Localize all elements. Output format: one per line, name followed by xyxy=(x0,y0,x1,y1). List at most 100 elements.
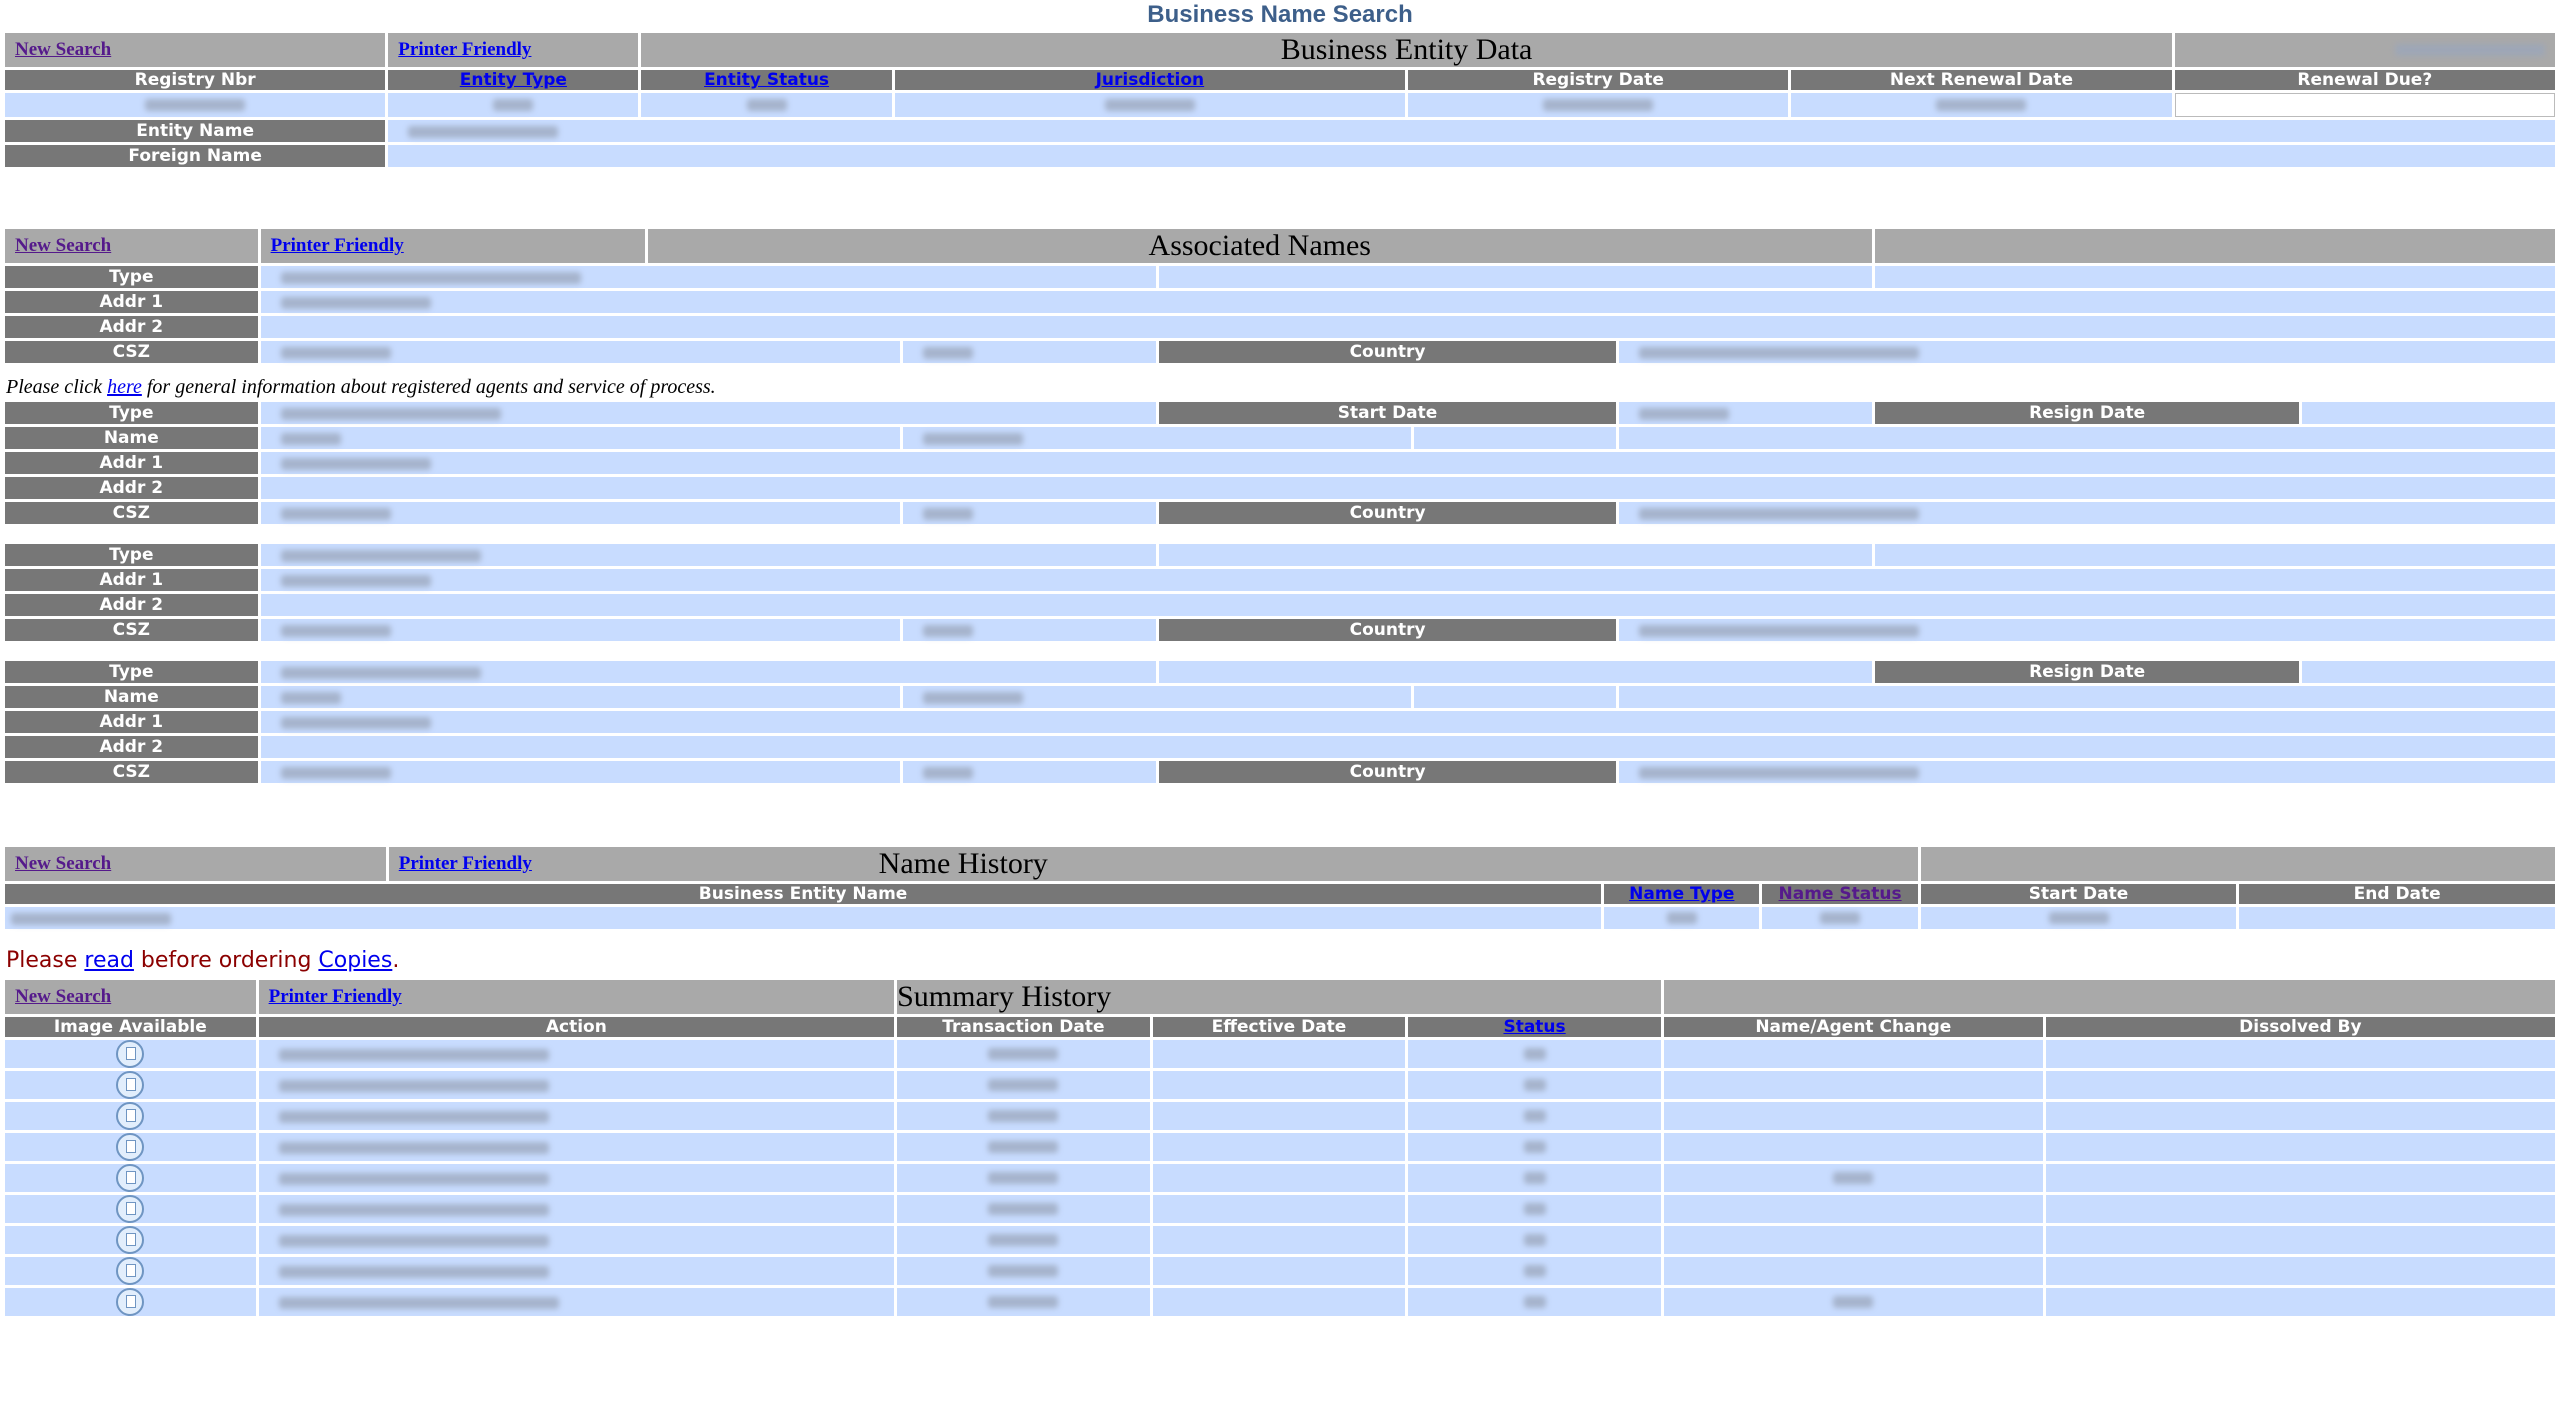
redacted-value xyxy=(1543,99,1654,111)
col-dissolved-by: Dissolved By xyxy=(2045,1017,2555,1037)
redacted-value xyxy=(278,1079,549,1092)
col-image-available: Image Available xyxy=(5,1017,256,1037)
type-label: Type xyxy=(5,544,258,566)
document-icon[interactable] xyxy=(116,1257,145,1285)
summary-title-text: Summary History xyxy=(897,980,1112,1013)
col-status-link[interactable]: Status xyxy=(1503,1017,1565,1037)
document-icon[interactable] xyxy=(116,1040,145,1068)
printer-friendly-link[interactable]: Printer Friendly xyxy=(261,235,404,256)
type-label: Type xyxy=(5,402,258,424)
associated-block-3: Type Addr 1 Addr 2 CSZ Country xyxy=(2,541,2558,644)
document-icon[interactable] xyxy=(116,1133,145,1161)
redacted-value xyxy=(1523,1265,1546,1277)
redacted-value xyxy=(1833,1296,1874,1308)
copies-middle: before ordering xyxy=(133,948,319,973)
summary-row xyxy=(5,1133,2555,1161)
document-icon[interactable] xyxy=(116,1226,145,1254)
document-icon[interactable] xyxy=(116,1164,145,1192)
addr2-label: Addr 2 xyxy=(5,736,258,758)
redacted-value xyxy=(408,125,559,138)
new-search-link[interactable]: New Search xyxy=(5,39,111,60)
country-label: Country xyxy=(1158,761,1617,783)
csz-label: CSZ xyxy=(5,761,258,783)
redacted-value xyxy=(280,346,391,359)
section-title-entity: Business Entity Data xyxy=(641,33,2172,67)
summary-history-table: New Search Printer Friendly Summary Hist… xyxy=(2,977,2558,1319)
redacted-value xyxy=(923,432,1024,445)
document-icon[interactable] xyxy=(116,1288,145,1316)
printer-friendly-link[interactable]: Printer Friendly xyxy=(388,39,531,60)
redacted-value xyxy=(278,1141,549,1154)
section-title-name-history: Name History xyxy=(878,847,1048,880)
redacted-value xyxy=(278,1172,549,1185)
redacted-value xyxy=(988,1048,1059,1060)
redacted-value xyxy=(923,346,974,359)
redacted-value xyxy=(746,99,787,111)
col-entity-type-link[interactable]: Entity Type xyxy=(460,70,567,90)
redacted-value xyxy=(1639,507,1920,520)
col-next-renewal-date: Next Renewal Date xyxy=(1791,70,2172,90)
renewal-due-value xyxy=(2174,93,2555,117)
col-renewal-due: Renewal Due? xyxy=(2174,70,2555,90)
col-end-date: End Date xyxy=(2239,884,2555,904)
redacted-value xyxy=(988,1172,1059,1184)
associated-block-4: Type Resign Date Name Addr 1 Addr 2 CSZ … xyxy=(2,658,2558,786)
copies-link[interactable]: Copies xyxy=(318,948,392,973)
redacted-value xyxy=(278,1234,549,1247)
summary-row xyxy=(5,1226,2555,1254)
copies-suffix: . xyxy=(392,948,400,973)
col-name-type-link[interactable]: Name Type xyxy=(1629,884,1734,904)
read-link[interactable]: read xyxy=(84,948,134,973)
redacted-value xyxy=(280,574,431,587)
entity-name-label: Entity Name xyxy=(5,120,386,142)
col-entity-status-link[interactable]: Entity Status xyxy=(704,70,829,90)
new-search-link[interactable]: New Search xyxy=(5,986,111,1007)
document-icon[interactable] xyxy=(116,1195,145,1223)
redacted-value xyxy=(280,457,431,470)
printer-friendly-link[interactable]: Printer Friendly xyxy=(389,853,532,875)
name-history-table: New Search Printer Friendly Name History … xyxy=(2,844,2558,932)
redacted-value xyxy=(1523,1296,1546,1308)
resign-date-label: Resign Date xyxy=(1875,402,2300,424)
summary-rows xyxy=(5,1040,2555,1316)
copies-notice: Please read before ordering Copies. xyxy=(6,948,2560,973)
summary-row xyxy=(5,1040,2555,1068)
col-effective-date: Effective Date xyxy=(1152,1017,1406,1037)
redacted-value xyxy=(280,624,391,637)
redacted-value xyxy=(278,1265,549,1278)
redacted-value xyxy=(280,432,341,445)
country-label: Country xyxy=(1158,502,1617,524)
agent-info-link[interactable]: here xyxy=(107,376,142,398)
redacted-value xyxy=(1523,1172,1546,1184)
printer-friendly-link[interactable]: Printer Friendly xyxy=(259,986,402,1007)
type-label: Type xyxy=(5,661,258,683)
redacted-value xyxy=(1820,912,1861,924)
csz-label: CSZ xyxy=(5,341,258,363)
col-name-status-link[interactable]: Name Status xyxy=(1779,884,1902,904)
redacted-value xyxy=(988,1265,1059,1277)
note-suffix: for general information about registered… xyxy=(141,376,716,398)
redacted-value xyxy=(923,691,1024,704)
redacted-value xyxy=(1104,99,1195,111)
document-icon[interactable] xyxy=(116,1071,145,1099)
entity-data-table: New Search Printer Friendly Business Ent… xyxy=(2,30,2558,170)
redacted-value xyxy=(1523,1203,1546,1215)
redacted-value xyxy=(280,716,431,729)
redacted-value xyxy=(1523,1234,1546,1246)
col-transaction-date: Transaction Date xyxy=(897,1017,1150,1037)
redacted-value xyxy=(1833,1172,1874,1184)
summary-row xyxy=(5,1195,2555,1223)
col-registry-nbr: Registry Nbr xyxy=(5,70,386,90)
document-icon[interactable] xyxy=(116,1102,145,1130)
agent-table: Type Start Date Resign Date Name Addr 1 … xyxy=(2,399,2558,527)
new-search-link[interactable]: New Search xyxy=(5,235,111,256)
redacted-value xyxy=(1523,1048,1546,1060)
redacted-value xyxy=(923,766,974,779)
csz-label: CSZ xyxy=(5,502,258,524)
note-prefix: Please click xyxy=(6,376,108,398)
country-label: Country xyxy=(1158,341,1617,363)
redacted-value xyxy=(2048,912,2109,924)
redacted-value xyxy=(493,99,534,111)
col-jurisdiction-link[interactable]: Jurisdiction xyxy=(1096,70,1205,90)
redacted-value xyxy=(923,507,974,520)
